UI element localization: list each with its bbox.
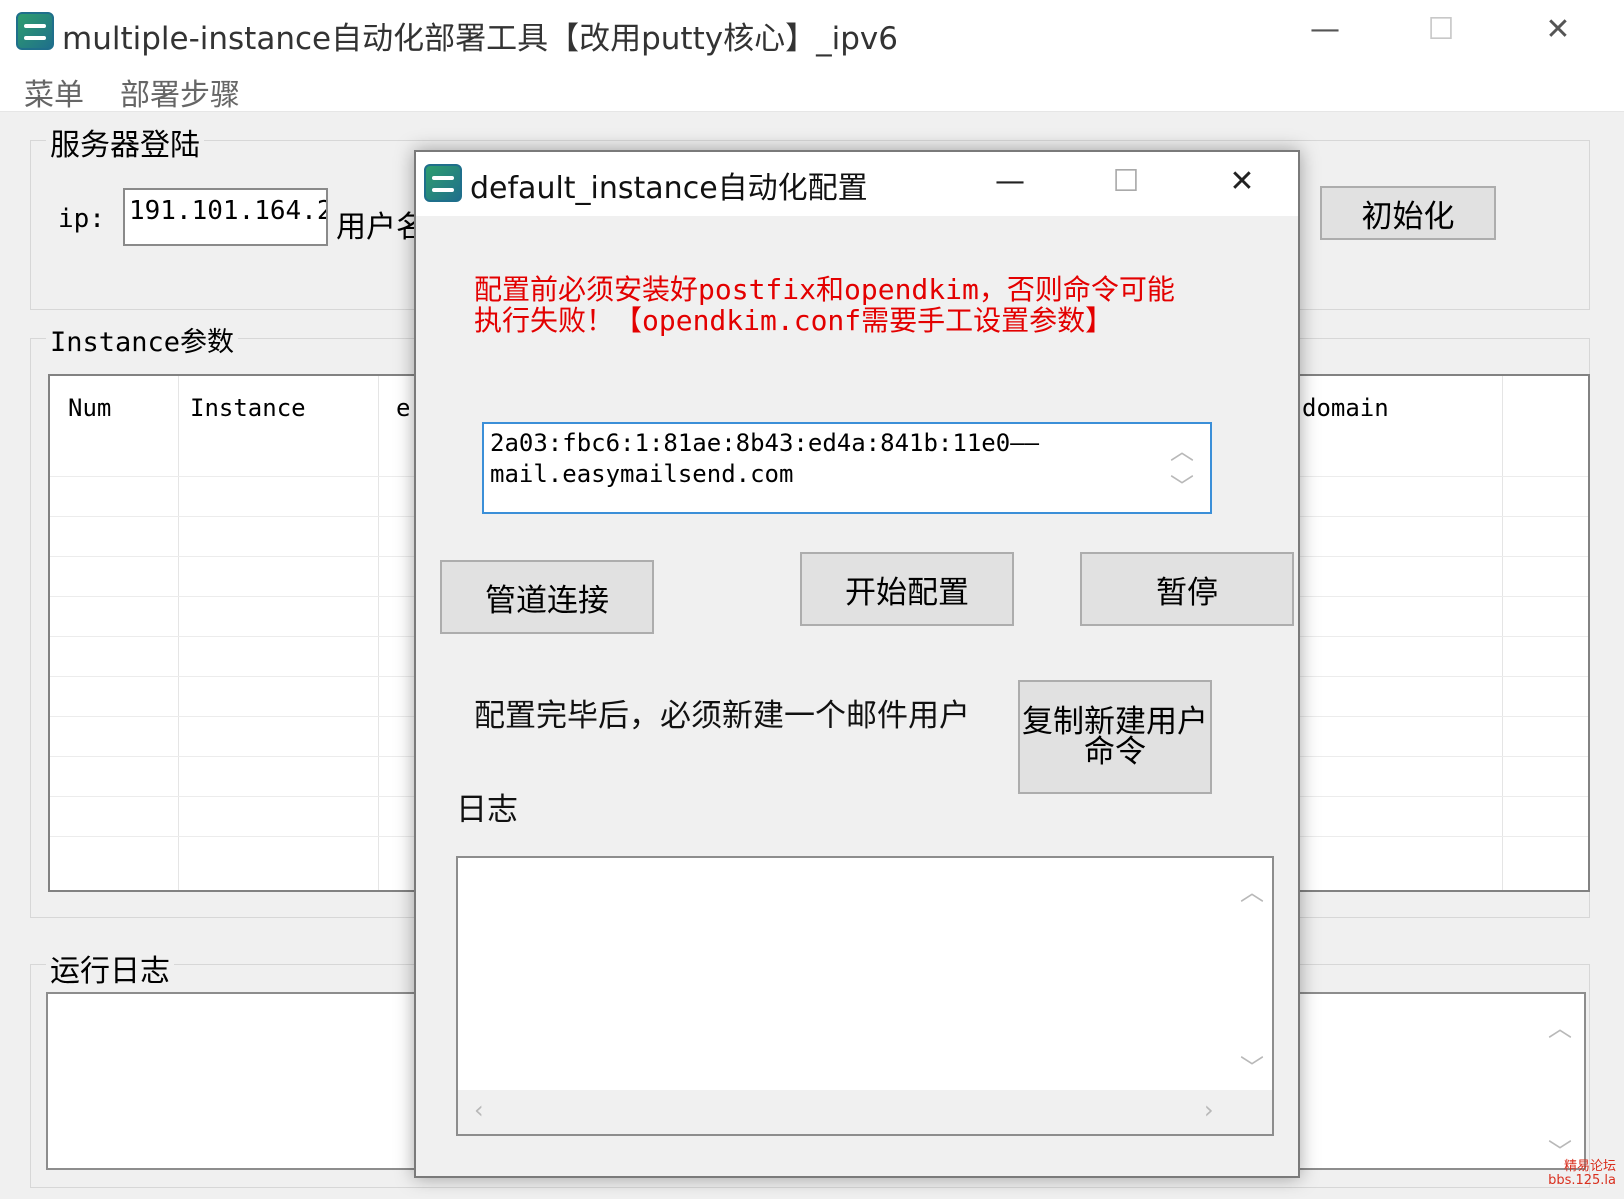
copy-create-user-cmd-button[interactable]: 复制新建用户 命令: [1018, 680, 1212, 794]
log-scroll-down-icon[interactable]: ﹀: [1240, 1048, 1264, 1083]
dialog-title-bar: default_instance自动化配置 — ☐ ✕: [416, 152, 1298, 216]
dialog-maximize-button[interactable]: ☐: [1106, 162, 1146, 202]
ip-input[interactable]: 191.101.164.2: [123, 188, 328, 246]
copy-cmd-button-line-1: 复制新建用户: [1022, 704, 1208, 740]
menu-bar: 菜单 部署步骤: [0, 64, 1624, 114]
auto-config-dialog: default_instance自动化配置 — ☐ ✕ 配置前必须安装好post…: [414, 150, 1300, 1178]
address-line-1: 2a03:fbc6:1:81ae:8b43:ed4a:841b:11e0——: [490, 429, 1040, 457]
server-login-legend: 服务器登陆: [46, 120, 204, 164]
dialog-close-button[interactable]: ✕: [1222, 162, 1262, 202]
horizontal-scrollbar[interactable]: ‹ ›: [458, 1090, 1272, 1134]
ip-label: ip:: [58, 204, 105, 234]
scroll-right-icon[interactable]: ›: [1204, 1096, 1214, 1124]
column-divider: [1502, 376, 1503, 890]
pipe-connect-button[interactable]: 管道连接: [440, 560, 654, 634]
column-header-domain[interactable]: domain: [1302, 394, 1389, 422]
init-button[interactable]: 初始化: [1320, 186, 1496, 240]
address-scroll-up-icon[interactable]: ︿: [1170, 436, 1194, 467]
warning-text: 配置前必须安装好postfix和opendkim，否则命令可能 执行失败！【op…: [474, 274, 1234, 336]
after-config-note: 配置完毕后，必须新建一个邮件用户: [474, 698, 970, 734]
column-divider: [378, 376, 379, 890]
scroll-left-icon[interactable]: ‹: [474, 1096, 484, 1124]
dialog-title: default_instance自动化配置: [470, 171, 868, 206]
column-header-instance[interactable]: Instance: [190, 394, 306, 422]
column-header-e[interactable]: e: [396, 394, 410, 422]
warning-line-2: 执行失败！【opendkim.conf需要手工设置参数】: [474, 304, 1114, 337]
main-title-bar: multiple-instance自动化部署工具【改用putty核心】_ipv6…: [0, 0, 1624, 64]
column-divider: [178, 376, 179, 890]
maximize-button[interactable]: ☐: [1421, 10, 1461, 50]
column-header-num[interactable]: Num: [68, 394, 111, 422]
start-config-button[interactable]: 开始配置: [800, 552, 1014, 626]
minimize-button[interactable]: —: [1305, 10, 1345, 50]
dialog-log-textarea[interactable]: ︿ ﹀ ‹ ›: [456, 856, 1274, 1136]
app-icon: [16, 12, 54, 50]
close-button[interactable]: ✕: [1538, 10, 1578, 50]
log-label: 日志: [456, 792, 518, 828]
dialog-app-icon: [424, 164, 462, 202]
pause-button[interactable]: 暂停: [1080, 552, 1294, 626]
dialog-minimize-button[interactable]: —: [990, 162, 1030, 202]
address-textarea[interactable]: 2a03:fbc6:1:81ae:8b43:ed4a:841b:11e0—— m…: [482, 422, 1212, 514]
main-window-title: multiple-instance自动化部署工具【改用putty核心】_ipv6: [62, 21, 898, 57]
watermark-line-2: bbs.125.la: [1548, 1173, 1616, 1188]
warning-line-1: 配置前必须安装好postfix和opendkim，否则命令可能: [474, 273, 1175, 306]
run-log-legend: 运行日志: [46, 946, 174, 990]
watermark-line-1: 精易论坛: [1563, 1159, 1616, 1174]
address-scroll-down-icon[interactable]: ﹀: [1170, 472, 1194, 503]
forum-watermark: 精易论坛 bbs.125.la: [1530, 1160, 1616, 1188]
log-scroll-up-icon[interactable]: ︿: [1240, 872, 1264, 907]
instance-params-legend: Instance参数: [46, 320, 239, 359]
copy-cmd-button-line-2: 命令: [1084, 734, 1146, 770]
menu-item-deploy-steps[interactable]: 部署步骤: [120, 70, 240, 114]
username-label: 用户名: [336, 210, 426, 245]
menu-item-menu[interactable]: 菜单: [24, 70, 84, 114]
address-line-2: mail.easymailsend.com: [490, 460, 794, 488]
scroll-up-icon[interactable]: ︿: [1548, 1008, 1572, 1043]
